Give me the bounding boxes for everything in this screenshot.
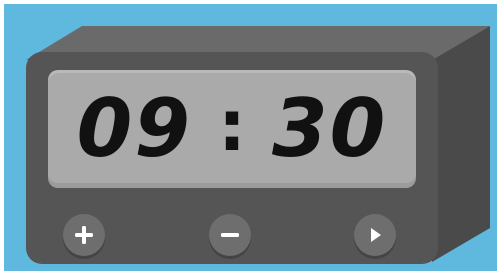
time-separator: : — [218, 85, 246, 167]
timer-scene: 09 : 30 — [0, 0, 501, 275]
minus-button[interactable] — [209, 214, 251, 256]
play-icon — [371, 228, 381, 242]
plus-icon — [75, 226, 93, 244]
minus-icon — [221, 233, 239, 237]
play-button[interactable] — [354, 214, 396, 256]
seconds-value: 30 — [272, 82, 388, 175]
timer-side-face — [432, 26, 490, 262]
minutes-value: 09 — [76, 82, 192, 175]
timer-display: 09 : 30 — [48, 70, 416, 188]
plus-button[interactable] — [63, 214, 105, 256]
